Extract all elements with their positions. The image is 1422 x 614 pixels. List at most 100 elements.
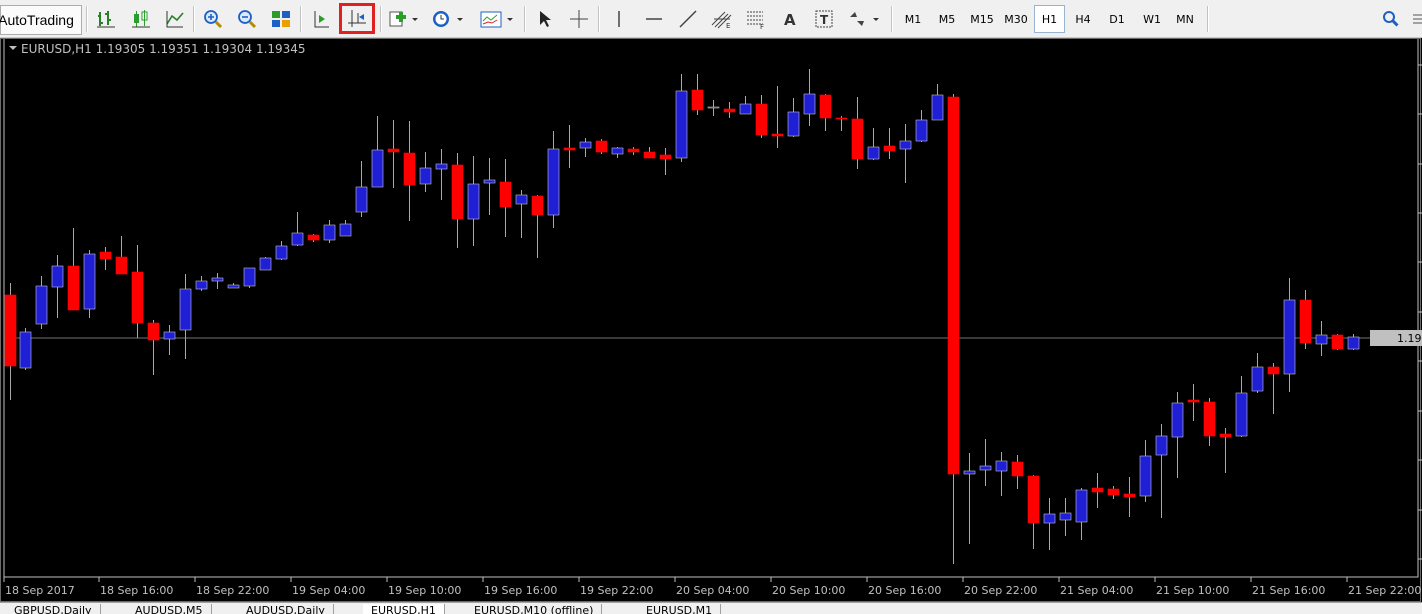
bull-candle <box>419 167 432 185</box>
bear-candle <box>403 152 416 186</box>
svg-text:A: A <box>784 11 796 29</box>
autotrading-button[interactable]: AutoTrading <box>0 5 82 35</box>
chart-window[interactable]: EURUSD,H1 1.19305 1.19351 1.19304 1.1934… <box>0 38 1422 602</box>
line-chart-button[interactable] <box>162 5 188 33</box>
bull-candle <box>323 224 336 241</box>
tile-windows-button[interactable] <box>268 5 294 33</box>
text-label-button[interactable]: T <box>811 5 837 33</box>
trendline-button[interactable] <box>675 5 701 33</box>
equidistant-channel-button[interactable]: E <box>709 5 735 33</box>
time-label: 20 Sep 16:00 <box>868 584 941 597</box>
timeframe-m1[interactable]: M1 <box>897 5 929 33</box>
bull-candle <box>1171 402 1184 438</box>
crosshair-button[interactable] <box>566 5 592 33</box>
search-button[interactable] <box>1378 5 1404 33</box>
bull-candle <box>1155 435 1168 456</box>
bull-candle <box>803 93 816 115</box>
timeframe-m15[interactable]: M15 <box>965 5 999 33</box>
bull-candle <box>19 331 32 369</box>
bear-candle <box>595 140 608 153</box>
text-icon: A <box>784 11 796 29</box>
candlestick-icon <box>132 10 150 28</box>
time-label: 19 Sep 22:00 <box>580 584 653 597</box>
bear-candle <box>307 234 320 241</box>
bull-candle <box>179 288 192 331</box>
fibonacci-button[interactable]: F <box>743 5 769 33</box>
bear-candle <box>4 294 17 367</box>
bull-candle <box>579 141 592 149</box>
arrows-button[interactable] <box>845 5 883 33</box>
svg-text:F: F <box>760 23 764 29</box>
timeframe-d1[interactable]: D1 <box>1101 5 1133 33</box>
bear-candle <box>723 108 736 113</box>
bull-candle <box>1139 455 1152 497</box>
time-label: 21 Sep 04:00 <box>1060 584 1133 597</box>
timeframe-h1[interactable]: H1 <box>1034 5 1065 33</box>
timeframe-mn[interactable]: MN <box>1169 5 1201 33</box>
time-label: 20 Sep 04:00 <box>676 584 749 597</box>
auto-scroll-icon <box>348 9 366 27</box>
timeframe-m5[interactable]: M5 <box>931 5 963 33</box>
bull-candle <box>515 194 528 205</box>
bull-candle <box>227 284 240 289</box>
price-chart[interactable]: EURUSD,H1 1.19305 1.19351 1.19304 1.1934… <box>0 38 1422 602</box>
bull-candle <box>1043 513 1056 524</box>
candlestick-button[interactable] <box>128 5 154 33</box>
templates-button[interactable] <box>476 5 518 33</box>
bear-candle <box>1091 487 1104 493</box>
vertical-line-icon <box>618 11 620 27</box>
bear-candle <box>755 103 768 136</box>
bull-candle <box>707 106 720 109</box>
indicators-button[interactable] <box>385 5 421 33</box>
bear-candle <box>947 96 960 475</box>
horizontal-line-button[interactable] <box>641 5 667 33</box>
zoom-out-icon <box>238 10 257 29</box>
timeframe-w1[interactable]: W1 <box>1136 5 1168 33</box>
periods-button[interactable] <box>428 5 468 33</box>
templates-icon <box>480 11 513 28</box>
bull-candle <box>739 103 752 115</box>
bear-candle <box>691 89 704 111</box>
bull-candle <box>371 149 384 188</box>
bear-candle <box>883 145 896 152</box>
chart-shift-button[interactable] <box>308 5 334 33</box>
bull-candle <box>1283 299 1296 375</box>
time-label: 20 Sep 22:00 <box>964 584 1037 597</box>
bear-candle <box>1331 334 1344 350</box>
time-label: 18 Sep 16:00 <box>100 584 173 597</box>
cursor-button[interactable] <box>531 5 557 33</box>
bear-candle <box>531 195 544 216</box>
bull-candle <box>915 119 928 142</box>
text-button[interactable]: A <box>777 5 803 33</box>
bull-candle <box>35 285 48 325</box>
bear-candle <box>451 164 464 220</box>
zoom-in-button[interactable] <box>200 5 226 33</box>
auto-scroll-button[interactable] <box>339 3 375 34</box>
bull-candle <box>675 90 688 159</box>
time-label: 19 Sep 10:00 <box>388 584 461 597</box>
bull-candle <box>275 245 288 260</box>
bull-candle <box>1347 336 1360 350</box>
horizontal-line-icon <box>646 18 662 20</box>
bear-candle <box>659 154 672 160</box>
bull-candle <box>195 280 208 290</box>
bear-candle <box>627 148 640 153</box>
zoom-out-button[interactable] <box>234 5 260 33</box>
trendline-icon <box>679 10 697 28</box>
bar-chart-button[interactable] <box>93 5 119 33</box>
menu-button[interactable] <box>1410 5 1422 33</box>
timeframe-h4[interactable]: H4 <box>1067 5 1099 33</box>
bear-candle <box>851 118 864 160</box>
bear-candle <box>115 256 128 275</box>
search-icon <box>1383 11 1399 27</box>
vertical-line-button[interactable] <box>606 5 632 33</box>
text-label-icon: T <box>815 10 833 28</box>
arrows-icon <box>850 12 879 26</box>
chart-shift-icon <box>314 11 329 28</box>
bull-candle <box>979 465 992 471</box>
bear-candle <box>147 322 160 341</box>
time-label: 21 Sep 16:00 <box>1252 584 1325 597</box>
bull-candle <box>291 232 304 246</box>
timeframe-m30[interactable]: M30 <box>999 5 1033 33</box>
bull-candle <box>51 265 64 288</box>
